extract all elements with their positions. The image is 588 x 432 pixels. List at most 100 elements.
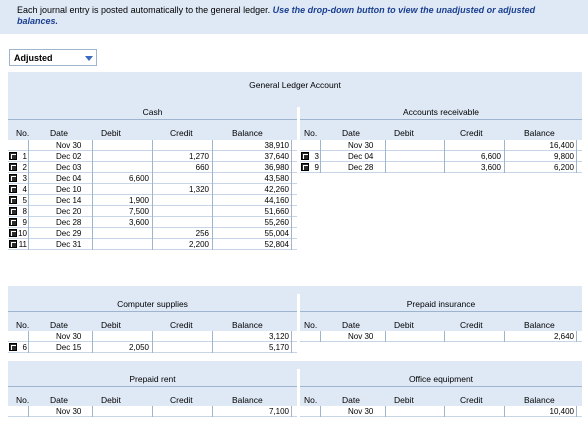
edit-entry-icon[interactable] <box>9 185 17 193</box>
edit-entry-icon[interactable] <box>301 152 309 160</box>
debit-amount <box>386 331 441 342</box>
ledger-row: Nov 30 16,400 <box>300 140 582 151</box>
column-header-credit: Credit <box>460 395 483 405</box>
ledger-row: 11 Dec 31 2,200 52,804 <box>8 239 297 250</box>
balance-amount: 6,200 <box>553 163 574 172</box>
entry-number: 11 <box>18 240 27 249</box>
ledger-row: 9 Dec 28 3,600 6,200 <box>300 162 582 173</box>
entry-date: Nov 30 <box>348 407 374 416</box>
ledger-row: Nov 30 10,400 <box>300 406 582 417</box>
account-prepaid-rent: Prepaid rent No. Date Debit Credit Balance <box>8 369 297 406</box>
account-title: Prepaid rent <box>129 374 176 384</box>
ledger-title: General Ledger Account <box>8 72 582 102</box>
dropdown-selected-value: Adjusted <box>14 53 53 63</box>
edit-entry-icon[interactable] <box>9 218 17 226</box>
header-divider <box>300 386 582 387</box>
balance-amount: 5,170 <box>268 343 289 352</box>
balance-view-dropdown[interactable]: Adjusted <box>9 49 97 66</box>
entry-number <box>310 140 319 151</box>
column-header-credit: Credit <box>460 320 483 330</box>
balance-amount: 55,004 <box>264 229 289 238</box>
debit-amount <box>93 331 149 342</box>
header-divider <box>8 119 297 120</box>
ledger-row: 3 Dec 04 6,600 43,580 <box>8 173 297 184</box>
entry-date: Dec 20 <box>56 207 82 216</box>
credit-amount: 660 <box>195 163 209 172</box>
column-header-no: No. <box>16 320 30 330</box>
ledger-row: Nov 30 2,640 <box>300 331 582 342</box>
credit-amount: 1,320 <box>188 185 209 194</box>
debit-amount: 3,600 <box>128 218 149 227</box>
header-divider <box>8 386 297 387</box>
account-title: Accounts receivable <box>402 107 480 117</box>
ledger-rows: Nov 30 10,400 <box>300 406 582 417</box>
balance-amount: 9,800 <box>553 152 574 161</box>
balance-amount: 3,120 <box>268 332 289 341</box>
balance-amount: 37,640 <box>264 152 289 161</box>
column-header-debit: Debit <box>101 395 121 405</box>
column-header-date: Date <box>50 128 68 138</box>
column-header-credit: Credit <box>170 128 193 138</box>
balance-amount: 55,260 <box>264 218 289 227</box>
entry-number: 5 <box>22 196 27 205</box>
ledger-row: 8 Dec 20 7,500 51,660 <box>8 206 297 217</box>
instructions-text: Each journal entry is posted automatical… <box>17 5 273 15</box>
ledger-row: Nov 30 7,100 <box>8 406 297 417</box>
credit-amount <box>153 331 209 342</box>
balance-amount: 42,260 <box>264 185 289 194</box>
balance-amount: 7,100 <box>268 407 289 416</box>
edit-entry-icon[interactable] <box>9 174 17 182</box>
column-header-date: Date <box>50 395 68 405</box>
entry-number: 10 <box>18 229 27 238</box>
section-separator <box>8 361 582 369</box>
ledger-rows: Nov 30 38,910 1 Dec 02 1,270 37,640 2 Dec 03 660… <box>8 140 297 250</box>
balance-amount: 51,660 <box>264 207 289 216</box>
entry-date: Dec 31 <box>56 240 82 249</box>
section-separator <box>8 286 582 294</box>
ledger-rows: Nov 30 3,120 6 Dec 15 2,050 5,170 <box>8 331 297 353</box>
ledger-row: 4 Dec 10 1,320 42,260 <box>8 184 297 195</box>
column-header-no: No. <box>16 395 30 405</box>
column-header-credit: Credit <box>170 395 193 405</box>
balance-amount: 52,804 <box>264 240 289 249</box>
entry-date: Nov 30 <box>56 141 82 150</box>
edit-entry-icon[interactable] <box>9 343 17 351</box>
credit-amount <box>153 406 209 417</box>
account-prepaid-insurance: Prepaid insurance No. Date Debit Credit Balan… <box>300 294 582 331</box>
edit-entry-icon[interactable] <box>9 240 17 248</box>
edit-entry-icon[interactable] <box>9 196 17 204</box>
entry-number: 3 <box>314 152 319 161</box>
entry-date: Dec 14 <box>56 196 82 205</box>
credit-amount <box>153 342 209 353</box>
entry-number <box>18 140 27 151</box>
balance-amount: 36,980 <box>264 163 289 172</box>
balance-amount: 43,580 <box>264 174 289 183</box>
edit-entry-icon[interactable] <box>9 152 17 160</box>
edit-entry-icon[interactable] <box>9 163 17 171</box>
debit-amount: 2,050 <box>128 343 149 352</box>
credit-amount <box>153 195 209 206</box>
entry-date: Dec 02 <box>56 152 82 161</box>
credit-amount: 2,200 <box>188 240 209 249</box>
entry-date: Nov 30 <box>348 141 374 150</box>
edit-entry-icon[interactable] <box>301 163 309 171</box>
debit-amount <box>93 151 149 162</box>
edit-entry-icon[interactable] <box>9 207 17 215</box>
ledger-rows: Nov 30 7,100 <box>8 406 297 417</box>
column-header-debit: Debit <box>101 128 121 138</box>
column-header-no: No. <box>304 395 318 405</box>
credit-amount <box>445 140 501 151</box>
entry-number <box>18 406 27 417</box>
edit-entry-icon[interactable] <box>9 229 17 237</box>
debit-amount <box>386 406 441 417</box>
column-header-balance: Balance <box>524 395 555 405</box>
column-header-no: No. <box>304 320 318 330</box>
debit-amount <box>93 406 149 417</box>
ledger-row: 3 Dec 04 6,600 9,800 <box>300 151 582 162</box>
credit-amount <box>153 140 209 151</box>
entry-number: 6 <box>22 343 27 352</box>
debit-amount <box>93 140 149 151</box>
balance-amount: 10,400 <box>549 407 574 416</box>
column-header-balance: Balance <box>232 320 263 330</box>
debit-amount <box>386 162 441 173</box>
